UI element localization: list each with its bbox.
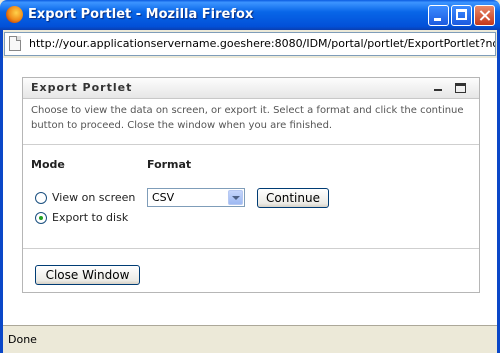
address-bar[interactable]: http://your.applicationservername.goeshe…: [4, 32, 496, 56]
maximize-icon[interactable]: [451, 5, 472, 26]
portlet-header: Export Portlet: [23, 78, 479, 99]
radio-export-to-disk-input[interactable]: [35, 212, 47, 224]
radio-export-to-disk-label[interactable]: Export to disk: [52, 211, 128, 224]
dropdown-arrow-icon[interactable]: [228, 190, 243, 205]
title-bar[interactable]: Export Portlet - Mozilla Firefox: [0, 0, 500, 30]
portlet-minimize-icon[interactable]: [434, 89, 442, 91]
browser-window: Export Portlet - Mozilla Firefox http://…: [0, 0, 500, 353]
page-icon: [9, 36, 21, 51]
format-select-value: CSV: [152, 191, 175, 204]
continue-button[interactable]: Continue: [257, 188, 329, 208]
firefox-icon: [6, 6, 23, 23]
address-url: http://your.applicationservername.goeshe…: [29, 37, 496, 50]
close-icon[interactable]: [474, 5, 495, 26]
export-portlet: Export Portlet Choose to view the data o…: [22, 77, 480, 293]
divider: [23, 248, 479, 249]
radio-view-on-screen-input[interactable]: [35, 192, 47, 204]
minimize-icon[interactable]: [428, 5, 449, 26]
window-title: Export Portlet - Mozilla Firefox: [28, 7, 254, 22]
format-select[interactable]: CSV: [147, 188, 245, 207]
format-label: Format: [147, 158, 192, 171]
portlet-title: Export Portlet: [31, 81, 133, 94]
status-text: Done: [8, 333, 37, 346]
page-content: Export Portlet Choose to view the data o…: [3, 58, 497, 325]
mode-label: Mode: [31, 158, 65, 171]
portlet-description: Choose to view the data on screen, or ex…: [31, 105, 464, 131]
status-bar: Done: [3, 325, 497, 353]
radio-view-on-screen-label[interactable]: View on screen: [52, 191, 135, 204]
close-window-button[interactable]: Close Window: [35, 265, 140, 285]
portlet-maximize-icon[interactable]: [455, 83, 466, 93]
divider: [23, 144, 479, 145]
